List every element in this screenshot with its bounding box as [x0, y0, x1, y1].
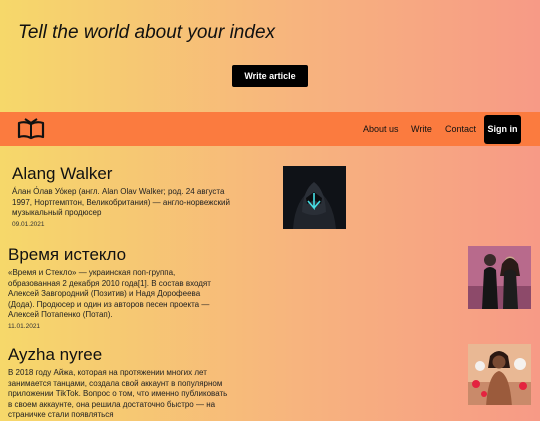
hero-section: Tell the world about your index Write ar…	[0, 0, 540, 112]
nav-write[interactable]: Write	[411, 123, 432, 135]
article-image[interactable]	[468, 246, 531, 309]
article-image[interactable]	[468, 344, 531, 405]
open-book-icon[interactable]	[16, 118, 46, 140]
article-card[interactable]: Время истекло «Время и Стекло» — украинс…	[8, 245, 220, 330]
article-title[interactable]: Время истекло	[8, 245, 220, 265]
sign-in-button[interactable]: Sign in	[484, 115, 521, 144]
navbar: About us Write Contact Sign in	[0, 112, 540, 146]
nav-contact[interactable]: Contact	[445, 123, 476, 135]
article-description: «Время и Стекло» — украинская поп-группа…	[8, 268, 211, 319]
nav-about-us[interactable]: About us	[363, 123, 399, 135]
article-date: 09.01.2021	[12, 220, 45, 228]
article-date: 11.01.2021	[8, 322, 41, 330]
article-title[interactable]: Alang Walker	[12, 164, 242, 184]
article-image[interactable]	[283, 166, 346, 229]
hero-title: Tell the world about your index	[18, 22, 276, 43]
article-title[interactable]: Ayzha nyree	[8, 345, 230, 365]
article-card[interactable]: Ayzha nyree В 2018 году Айжа, которая на…	[8, 345, 230, 421]
article-card[interactable]: Alang Walker Áлан О́лав Уо́кер (англ. Al…	[12, 164, 242, 228]
article-description: Áлан О́лав Уо́кер (англ. Alan Olav Walke…	[12, 187, 230, 217]
write-article-button[interactable]: Write article	[232, 65, 308, 87]
article-description: В 2018 году Айжа, которая на протяжении …	[8, 368, 228, 419]
